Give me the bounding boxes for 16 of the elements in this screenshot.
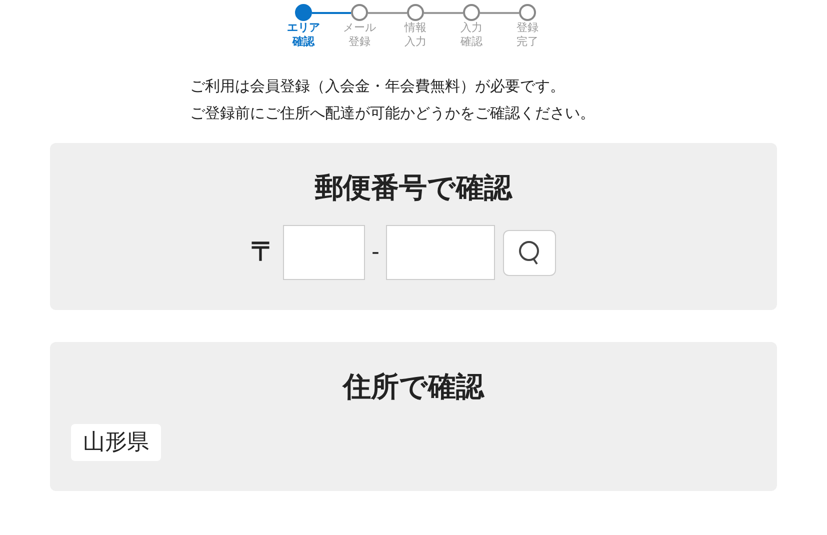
section-title: 郵便番号で確認 [314, 170, 514, 206]
separator: - [372, 239, 380, 267]
intro-text: ご利用は会員登録（入会金・年会費無料）が必要です。 [190, 76, 565, 97]
step-label: メール 登録 [342, 21, 377, 49]
search-button[interactable] [503, 230, 556, 276]
step-label: 入力 確認 [460, 21, 484, 49]
postal-mark: 〒 [250, 236, 277, 269]
step-label: エリア 確認 [286, 21, 321, 49]
section-title: 住所で確認 [341, 369, 486, 405]
prefecture-label[interactable]: 山形県 [71, 424, 161, 461]
intro-text: ご登録前にご住所へ配達が可能かどうかをご確認ください。 [190, 103, 595, 124]
step-label: 登録 完了 [516, 21, 540, 49]
step-label: 情報 入力 [403, 21, 428, 49]
search-icon [518, 240, 542, 266]
postal-code-field[interactable] [282, 225, 365, 280]
postal-code-field[interactable] [386, 225, 496, 280]
